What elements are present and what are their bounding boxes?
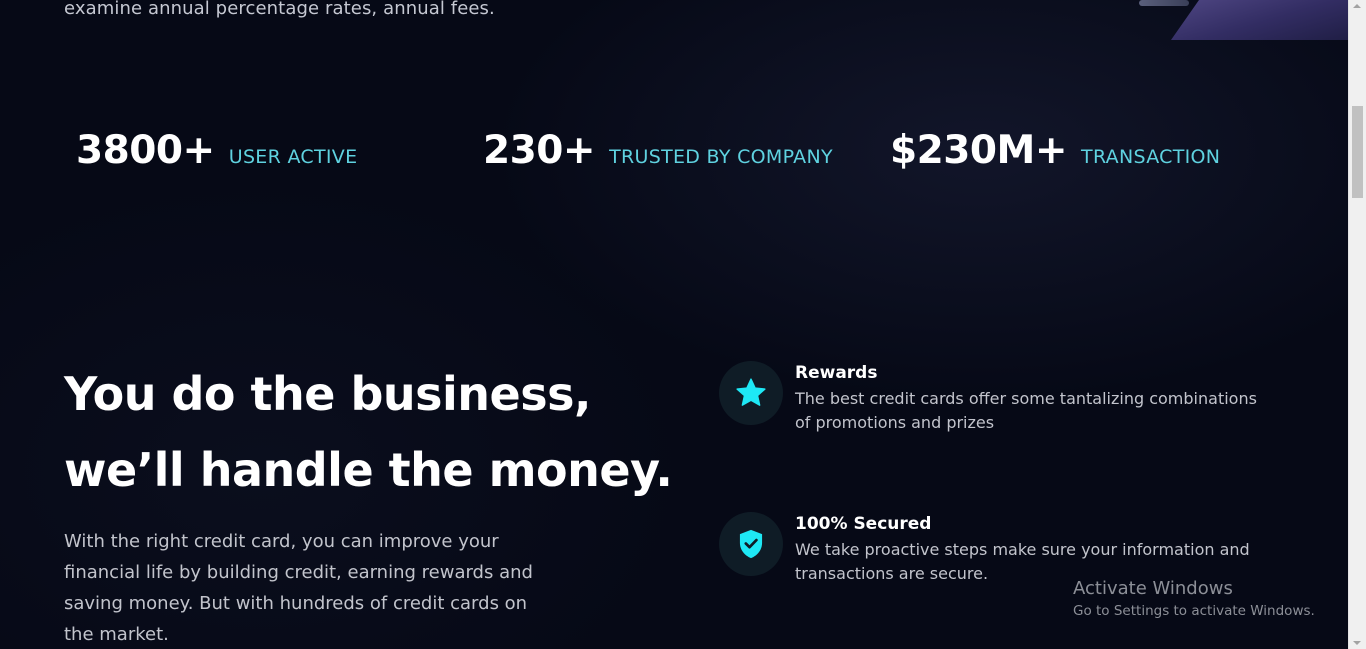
stat-label: USER ACTIVE — [228, 146, 358, 168]
activate-windows-watermark: Activate Windows Go to Settings to activ… — [1073, 577, 1315, 621]
feature-title: Rewards — [795, 363, 878, 383]
feature-icon-container — [719, 512, 783, 576]
hero-headline-line1: You do the business, — [64, 367, 591, 421]
page: examine annual percentage rates, annual … — [0, 0, 1366, 649]
watermark-subtitle: Go to Settings to activate Windows. — [1073, 603, 1315, 619]
stat-value: $230M+ — [890, 128, 1068, 173]
scroll-down-icon[interactable] — [1353, 641, 1361, 645]
feature-description: The best credit cards offer some tantali… — [795, 389, 1257, 432]
stat-value: 3800+ — [76, 128, 215, 173]
stat-value: 230+ — [483, 128, 596, 173]
card-graphic-band — [1170, 0, 1349, 40]
stat-user-active: 3800+ USER ACTIVE — [76, 128, 357, 173]
feature-title: 100% Secured — [795, 514, 932, 534]
stat-transaction: $230M+ TRANSACTION — [890, 128, 1220, 173]
scrollbar-thumb[interactable] — [1352, 106, 1363, 198]
vertical-scrollbar[interactable] — [1348, 0, 1366, 649]
feature-rewards: Rewards The best credit cards offer some… — [719, 361, 1265, 435]
stat-label: TRUSTED BY COMPANY — [609, 146, 833, 168]
card-graphic-detail — [1139, 0, 1189, 6]
feature-secured: 100% Secured We take proactive steps mak… — [719, 512, 1265, 586]
scroll-up-icon[interactable] — [1353, 4, 1361, 8]
feature-text: 100% Secured We take proactive steps mak… — [795, 512, 1265, 586]
shield-check-icon — [739, 529, 763, 559]
hero-headline-line2: we’ll handle the money. — [64, 443, 673, 497]
stats-row: 3800+ USER ACTIVE 230+ TRUSTED BY COMPAN… — [76, 128, 1276, 188]
hero-headline: You do the business, we’ll handle the mo… — [64, 356, 673, 508]
stat-trusted-by-company: 230+ TRUSTED BY COMPANY — [483, 128, 833, 173]
watermark-title: Activate Windows — [1073, 578, 1233, 599]
feature-text: Rewards The best credit cards offer some… — [795, 361, 1265, 435]
stat-label: TRANSACTION — [1081, 146, 1221, 168]
intro-text: examine annual percentage rates, annual … — [64, 0, 495, 19]
star-icon — [736, 378, 766, 406]
hero-body: With the right credit card, you can impr… — [64, 531, 533, 645]
card-graphic — [1109, 0, 1349, 45]
feature-icon-container — [719, 361, 783, 425]
